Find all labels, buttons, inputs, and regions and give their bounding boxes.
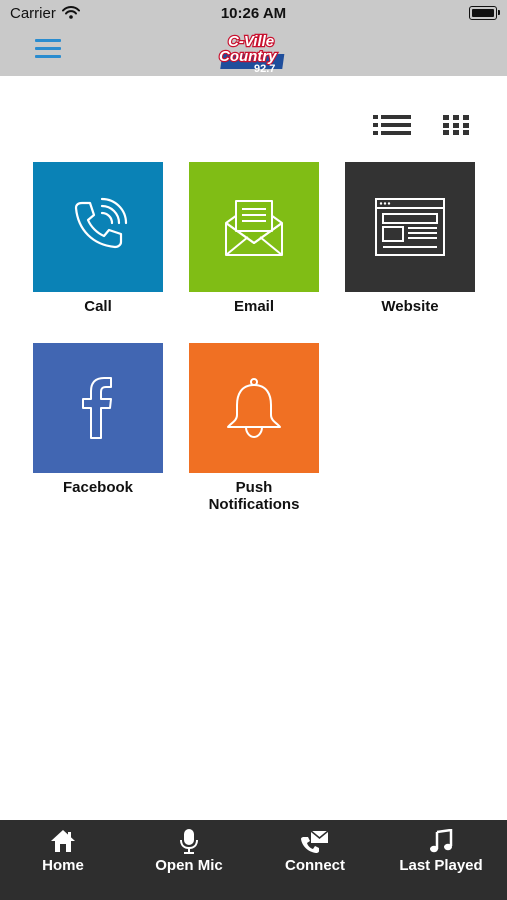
phone-icon — [74, 197, 128, 249]
tile-facebook[interactable]: Facebook — [33, 343, 163, 496]
tab-bar: Home Open Mic Connect Last Played — [0, 820, 507, 900]
connect-icon — [301, 830, 329, 853]
menu-bar-line — [35, 55, 61, 58]
station-logo: C-Ville Country 92.7 — [218, 32, 285, 74]
grid-view-icon[interactable] — [443, 115, 469, 135]
tile-facebook-label: Facebook — [62, 479, 134, 496]
tab-last-played-label: Last Played — [399, 857, 483, 874]
envelope-icon — [225, 200, 283, 256]
bell-icon — [227, 378, 281, 438]
logo-line-3: 92.7 — [254, 63, 275, 74]
menu-button[interactable] — [35, 39, 61, 61]
top-bar: Carrier 10:26 AM C-Ville Country 92.7 — [0, 0, 507, 76]
tile-website[interactable]: Website — [345, 162, 475, 315]
music-note-icon — [430, 829, 453, 853]
home-icon — [51, 830, 75, 852]
tile-push-notifications[interactable]: Push Notifications — [189, 343, 319, 513]
tab-home-label: Home — [42, 857, 84, 874]
tab-connect[interactable]: Connect — [252, 820, 378, 900]
tile-email-label: Email — [233, 298, 275, 315]
status-bar: Carrier 10:26 AM — [0, 0, 507, 28]
menu-bar-line — [35, 47, 61, 50]
tab-home[interactable]: Home — [0, 820, 126, 900]
tile-call-square — [33, 162, 163, 292]
tab-open-mic-label: Open Mic — [155, 857, 223, 874]
tab-last-played[interactable]: Last Played — [378, 820, 504, 900]
microphone-icon — [180, 829, 198, 854]
tile-push-notifications-square — [189, 343, 319, 473]
list-view-icon[interactable] — [373, 114, 411, 136]
tile-website-label: Website — [381, 298, 439, 315]
tab-open-mic[interactable]: Open Mic — [126, 820, 252, 900]
browser-window-icon — [375, 198, 445, 256]
tab-connect-label: Connect — [285, 857, 345, 874]
tile-email-square — [189, 162, 319, 292]
tile-push-notifications-label: Push Notifications — [208, 479, 300, 513]
status-time: 10:26 AM — [220, 5, 287, 22]
facebook-icon — [82, 377, 112, 439]
tile-call[interactable]: Call — [33, 162, 163, 315]
tile-email[interactable]: Email — [189, 162, 319, 315]
tile-website-square — [345, 162, 475, 292]
tile-facebook-square — [33, 343, 163, 473]
battery-icon — [469, 6, 500, 20]
menu-bar-line — [35, 39, 61, 42]
tile-call-label: Call — [84, 298, 112, 315]
